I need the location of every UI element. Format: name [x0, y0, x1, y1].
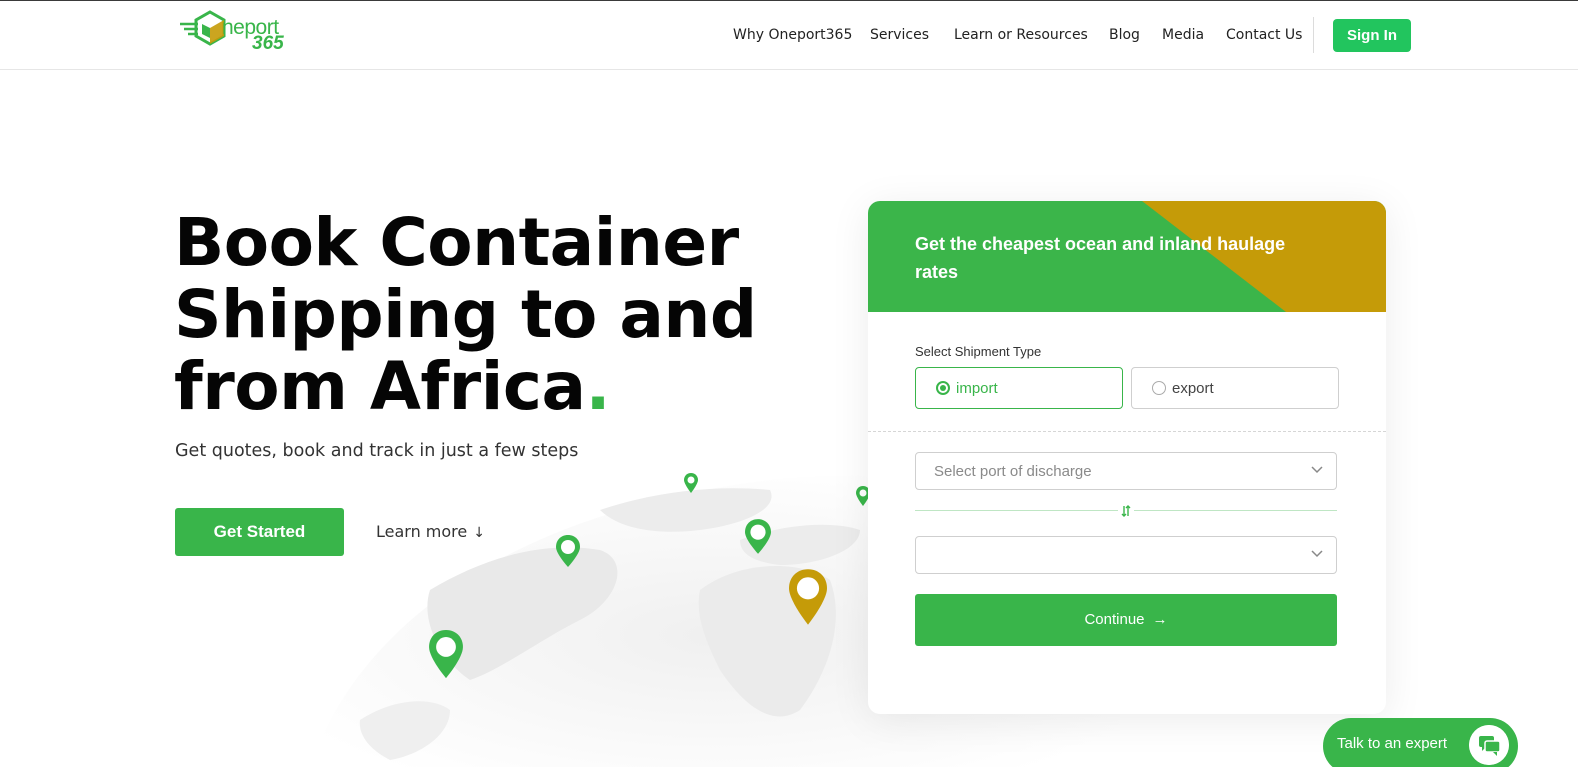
hero-title-dot: . [585, 348, 611, 425]
get-started-button[interactable]: Get Started [175, 508, 344, 556]
sign-in-button[interactable]: Sign In [1333, 19, 1411, 52]
radio-selected-icon [936, 381, 950, 395]
map-pin-icon [745, 519, 771, 554]
hero-title-line-2: Shipping to and [174, 276, 757, 353]
import-radio-option[interactable]: import [915, 367, 1123, 409]
port-of-discharge-select[interactable]: Select port of discharge [915, 452, 1337, 490]
nav-why-oneport365[interactable]: Why Oneport365 [733, 27, 852, 43]
nav-media[interactable]: Media [1162, 27, 1204, 43]
nav-services[interactable]: Services [870, 27, 929, 43]
chat-bubbles-icon [1469, 725, 1509, 765]
nav-blog[interactable]: Blog [1109, 27, 1140, 43]
continue-button[interactable]: Continue → [915, 594, 1337, 646]
arrow-right-icon: → [1152, 611, 1168, 628]
hero-subtitle: Get quotes, book and track in just a few… [175, 441, 579, 461]
talk-to-expert-button[interactable]: Talk to an expert [1323, 718, 1518, 767]
hero-title-line-3: from Africa [174, 348, 586, 425]
site-header: neport 365 Why Oneport365 Services Learn… [0, 1, 1578, 70]
oneport365-logo[interactable]: neport 365 [178, 8, 298, 54]
quote-form-card: Get the cheapest ocean and inland haulag… [868, 201, 1386, 714]
nav-divider [1313, 17, 1314, 53]
form-divider [868, 431, 1386, 432]
port-of-discharge-placeholder: Select port of discharge [934, 463, 1092, 480]
export-radio-option[interactable]: export [1131, 367, 1339, 409]
nav-learn-resources[interactable]: Learn or Resources [954, 27, 1088, 43]
map-pin-icon [556, 535, 580, 567]
learn-more-label: Learn more [376, 522, 468, 541]
radio-unselected-icon [1152, 381, 1166, 395]
swap-arrows-icon[interactable] [1118, 503, 1134, 519]
continue-label: Continue [1084, 611, 1145, 628]
map-pin-icon [789, 569, 827, 625]
second-port-select[interactable] [915, 536, 1337, 574]
export-radio-label: export [1172, 380, 1214, 397]
hero-title: Book Container Shipping to and from Afri… [174, 207, 814, 423]
arrow-down-icon: ↓ [473, 525, 485, 541]
quote-form-header: Get the cheapest ocean and inland haulag… [868, 201, 1386, 312]
talk-to-expert-label: Talk to an expert [1337, 735, 1448, 752]
shipment-type-label: Select Shipment Type [915, 344, 1042, 359]
nav-contact-us[interactable]: Contact Us [1226, 27, 1302, 43]
map-pin-icon [684, 473, 698, 493]
quote-form-heading: Get the cheapest ocean and inland haulag… [915, 234, 1286, 282]
chevron-down-icon [1311, 466, 1323, 474]
chevron-down-icon [1311, 550, 1323, 558]
hero-title-line-1: Book Container [174, 204, 739, 281]
map-pin-icon [429, 630, 463, 678]
logo-number: 365 [252, 33, 284, 54]
import-radio-label: import [956, 380, 998, 397]
learn-more-link[interactable]: Learn more ↓ [376, 522, 485, 541]
